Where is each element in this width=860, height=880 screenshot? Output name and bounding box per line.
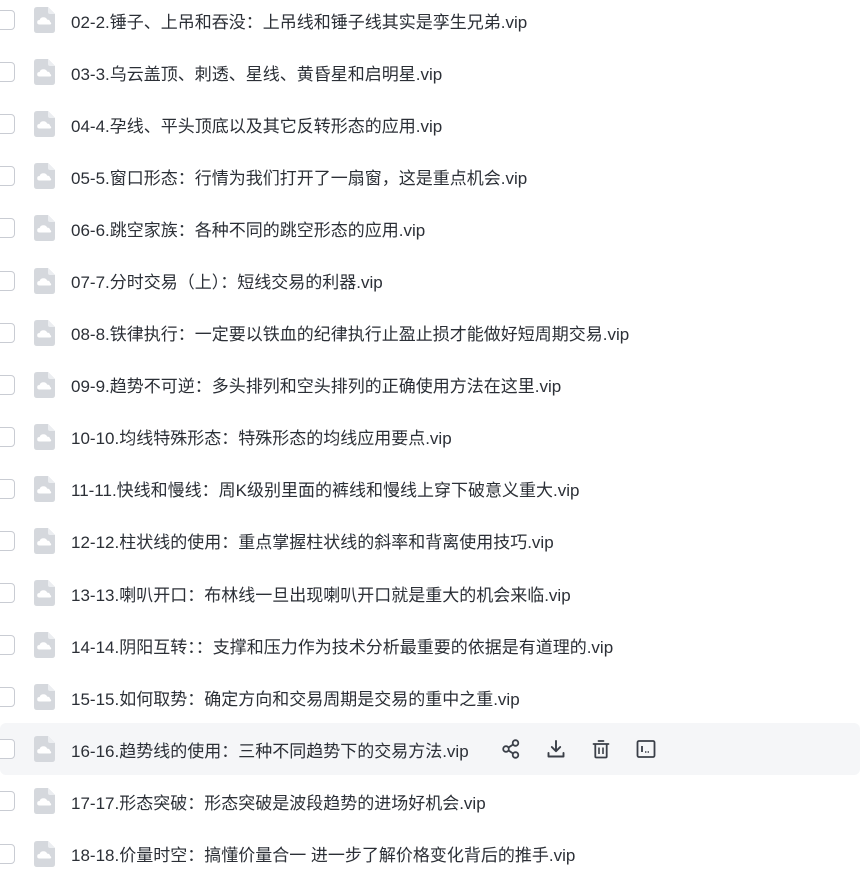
file-row[interactable]: 02-2.锤子、上吊和吞没：上吊线和锤子线其实是孪生兄弟.vip <box>0 0 860 46</box>
cloud-file-icon <box>34 111 55 138</box>
cloud-file-icon <box>34 319 55 346</box>
row-checkbox[interactable] <box>0 114 15 135</box>
download-icon[interactable] <box>545 738 567 760</box>
file-row[interactable]: 05-5.窗口形态：行情为我们打开了一扇窗，这是重点机会.vip <box>0 150 860 202</box>
row-checkbox[interactable] <box>0 791 15 812</box>
file-row[interactable]: 15-15.如何取势：确定方向和交易周期是交易的重中之重.vip <box>0 671 860 723</box>
file-row[interactable]: 04-4.孕线、平头顶底以及其它反转形态的应用.vip <box>0 98 860 150</box>
cloud-file-icon <box>34 580 55 607</box>
file-row[interactable]: 06-6.跳空家族：各种不同的跳空形态的应用.vip <box>0 202 860 254</box>
file-row[interactable]: 12-12.柱状线的使用：重点掌握柱状线的斜率和背离使用技巧.vip <box>0 515 860 567</box>
row-checkbox[interactable] <box>0 62 15 83</box>
cloud-file-icon <box>34 59 55 86</box>
file-name[interactable]: 11-11.快线和慢线：周K级别里面的裤线和慢线上穿下破意义重大.vip <box>71 476 579 501</box>
file-name[interactable]: 02-2.锤子、上吊和吞没：上吊线和锤子线其实是孪生兄弟.vip <box>71 8 527 33</box>
cloud-file-icon <box>34 840 55 867</box>
file-name[interactable]: 07-7.分时交易（上）：短线交易的利器.vip <box>71 268 383 293</box>
row-checkbox[interactable] <box>0 166 15 187</box>
share-icon[interactable] <box>500 738 522 760</box>
cloud-file-icon <box>34 684 55 711</box>
file-name[interactable]: 18-18.价量时空：搞懂价量合一 进一步了解价格变化背后的推手.vip <box>71 841 575 866</box>
file-list: 02-2.锤子、上吊和吞没：上吊线和锤子线其实是孪生兄弟.vip 03-3.乌云… <box>0 0 860 880</box>
file-row[interactable]: 03-3.乌云盖顶、刺透、星线、黄昏星和启明星.vip <box>0 46 860 98</box>
row-checkbox[interactable] <box>0 843 15 864</box>
file-name[interactable]: 09-9.趋势不可逆：多头排列和空头排列的正确使用方法在这里.vip <box>71 372 561 397</box>
file-name[interactable]: 06-6.跳空家族：各种不同的跳空形态的应用.vip <box>71 216 425 241</box>
file-name[interactable]: 16-16.趋势线的使用：三种不同趋势下的交易方法.vip <box>71 737 469 762</box>
row-checkbox[interactable] <box>0 478 15 499</box>
row-checkbox[interactable] <box>0 583 15 604</box>
file-name[interactable]: 15-15.如何取势：确定方向和交易周期是交易的重中之重.vip <box>71 685 520 710</box>
file-row[interactable]: 16-16.趋势线的使用：三种不同趋势下的交易方法.vip <box>0 723 860 776</box>
row-checkbox[interactable] <box>0 739 15 760</box>
cloud-file-icon <box>34 371 55 398</box>
row-checkbox[interactable] <box>0 530 15 551</box>
file-name[interactable]: 04-4.孕线、平头顶底以及其它反转形态的应用.vip <box>71 112 442 137</box>
cloud-file-icon <box>34 788 55 815</box>
row-checkbox[interactable] <box>0 687 15 708</box>
row-checkbox[interactable] <box>0 218 15 239</box>
file-row[interactable]: 07-7.分时交易（上）：短线交易的利器.vip <box>0 254 860 306</box>
file-name[interactable]: 10-10.均线特殊形态：特殊形态的均线应用要点.vip <box>71 424 452 449</box>
file-name[interactable]: 12-12.柱状线的使用：重点掌握柱状线的斜率和背离使用技巧.vip <box>71 528 554 553</box>
cloud-file-icon <box>34 475 55 502</box>
cloud-file-icon <box>34 423 55 450</box>
cloud-file-icon <box>34 163 55 190</box>
row-checkbox[interactable] <box>0 426 15 447</box>
file-name[interactable]: 03-3.乌云盖顶、刺透、星线、黄昏星和启明星.vip <box>71 60 442 85</box>
delete-icon[interactable] <box>590 738 612 760</box>
row-checkbox[interactable] <box>0 635 15 656</box>
cloud-file-icon <box>34 527 55 554</box>
cloud-file-icon <box>34 632 55 659</box>
row-checkbox[interactable] <box>0 10 15 31</box>
row-checkbox[interactable] <box>0 374 15 395</box>
file-row[interactable]: 17-17.形态突破：形态突破是波段趋势的进场好机会.vip <box>0 775 860 827</box>
file-row[interactable]: 08-8.铁律执行：一定要以铁血的纪律执行止盈止损才能做好短周期交易.vip <box>0 307 860 359</box>
row-actions <box>500 723 657 775</box>
file-name[interactable]: 14-14.阴阳互转：：支撑和压力作为技术分析最重要的依据是有道理的.vip <box>71 633 613 658</box>
file-name[interactable]: 08-8.铁律执行：一定要以铁血的纪律执行止盈止损才能做好短周期交易.vip <box>71 320 629 345</box>
rename-icon[interactable] <box>635 738 657 760</box>
cloud-file-icon <box>34 267 55 294</box>
file-row[interactable]: 10-10.均线特殊形态：特殊形态的均线应用要点.vip <box>0 411 860 463</box>
cloud-file-icon <box>34 736 55 763</box>
cloud-file-icon <box>34 215 55 242</box>
file-row[interactable]: 18-18.价量时空：搞懂价量合一 进一步了解价格变化背后的推手.vip <box>0 828 860 880</box>
file-row[interactable]: 13-13.喇叭开口：布林线一旦出现喇叭开口就是重大的机会来临.vip <box>0 567 860 619</box>
file-row[interactable]: 09-9.趋势不可逆：多头排列和空头排列的正确使用方法在这里.vip <box>0 359 860 411</box>
file-row[interactable]: 14-14.阴阳互转：：支撑和压力作为技术分析最重要的依据是有道理的.vip <box>0 619 860 671</box>
file-row[interactable]: 11-11.快线和慢线：周K级别里面的裤线和慢线上穿下破意义重大.vip <box>0 463 860 515</box>
row-checkbox[interactable] <box>0 270 15 291</box>
file-name[interactable]: 17-17.形态突破：形态突破是波段趋势的进场好机会.vip <box>71 789 486 814</box>
file-name[interactable]: 05-5.窗口形态：行情为我们打开了一扇窗，这是重点机会.vip <box>71 164 527 189</box>
file-name[interactable]: 13-13.喇叭开口：布林线一旦出现喇叭开口就是重大的机会来临.vip <box>71 581 571 606</box>
cloud-file-icon <box>34 7 55 34</box>
row-checkbox[interactable] <box>0 322 15 343</box>
